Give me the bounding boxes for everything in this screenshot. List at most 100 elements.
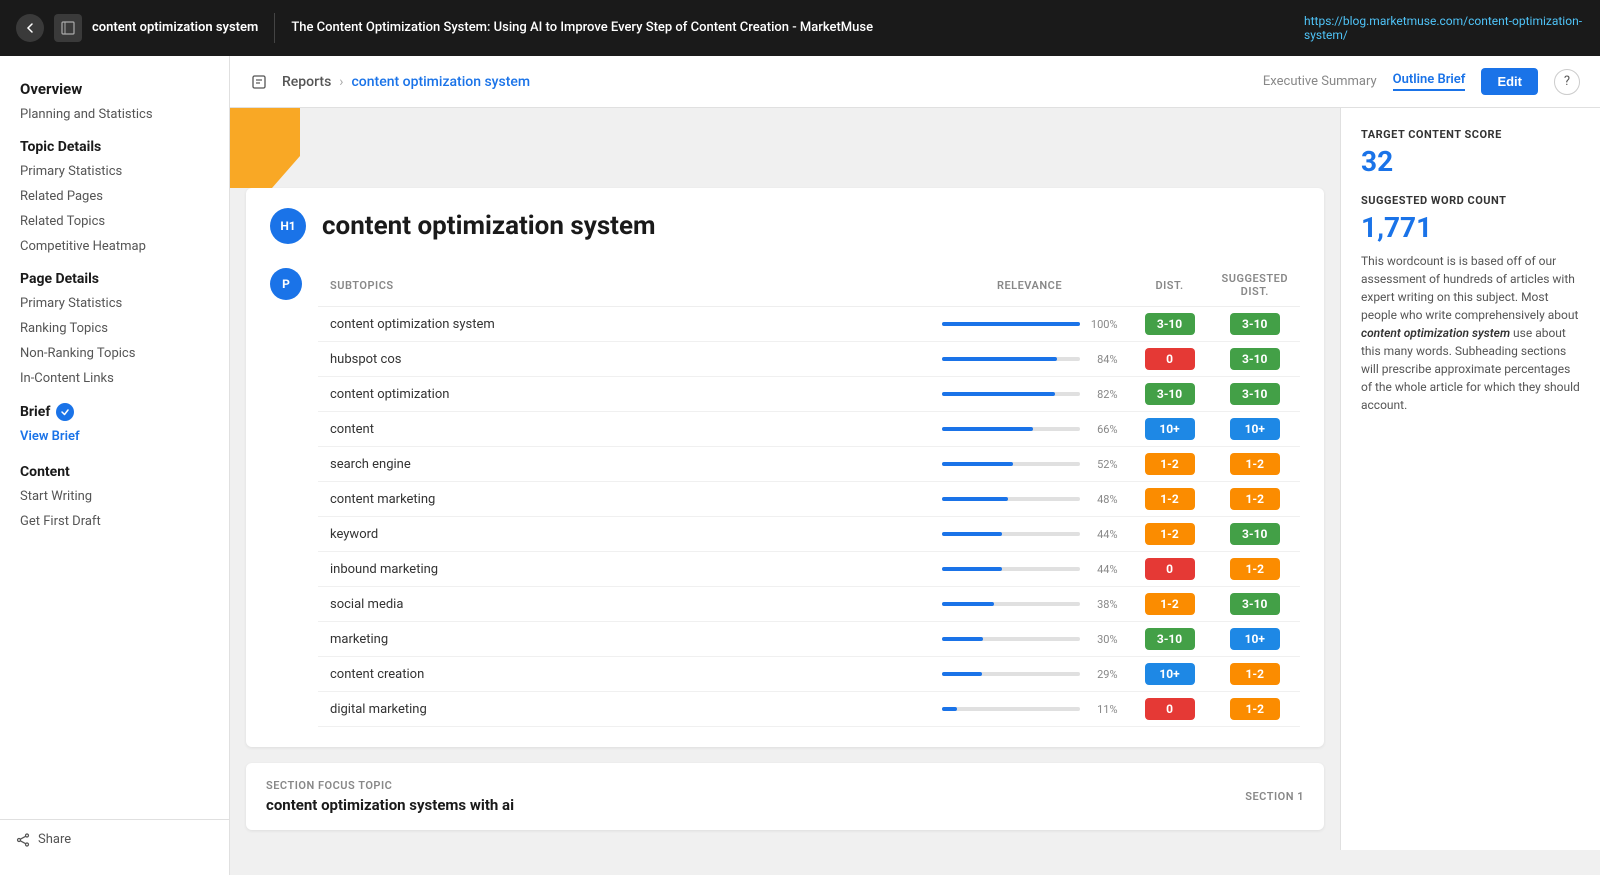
edit-button[interactable]: Edit	[1481, 68, 1538, 95]
subtopics-header-row: SUBTOPICS RELEVANCE DIST. SUGGESTED DIST…	[318, 264, 1300, 307]
topic-name: content creation	[318, 657, 930, 692]
table-row: content creation 29% 10+ 1-2	[318, 657, 1300, 692]
sidebar-view-brief-link[interactable]: View Brief	[0, 425, 229, 452]
suggested-dist-cell: 1-2	[1210, 657, 1300, 692]
sidebar-item-related-pages[interactable]: Related Pages	[0, 184, 229, 209]
sidebar-content-header: Content	[0, 452, 229, 484]
word-count-label: SUGGESTED WORD COUNT	[1361, 194, 1580, 207]
share-button[interactable]: Share	[16, 832, 213, 847]
sidebar-overview-header: Overview	[0, 72, 229, 102]
header-actions: Executive Summary Outline Brief Edit ?	[1263, 68, 1580, 95]
sidebar-item-ranking-topics[interactable]: Ranking Topics	[0, 316, 229, 341]
relevance-cell: 66%	[930, 412, 1130, 447]
relevance-cell: 29%	[930, 657, 1130, 692]
help-button[interactable]: ?	[1554, 69, 1580, 95]
suggested-dist-cell: 3-10	[1210, 587, 1300, 622]
doc-title: The Content Optimization System: Using A…	[291, 19, 1304, 37]
suggested-dist-cell: 3-10	[1210, 342, 1300, 377]
app-icon	[54, 14, 82, 42]
suggested-dist-cell: 1-2	[1210, 447, 1300, 482]
brief-label: Brief	[20, 404, 50, 420]
relevance-cell: 38%	[930, 587, 1130, 622]
dist-cell: 0	[1130, 692, 1210, 727]
sidebar-item-get-first-draft[interactable]: Get First Draft	[0, 509, 229, 534]
exec-summary-link[interactable]: Executive Summary	[1263, 74, 1377, 89]
relevance-cell: 84%	[930, 342, 1130, 377]
suggested-dist-cell: 1-2	[1210, 692, 1300, 727]
suggested-dist-cell: 3-10	[1210, 377, 1300, 412]
back-button[interactable]	[16, 14, 44, 42]
dist-cell: 0	[1130, 552, 1210, 587]
suggested-dist-cell: 10+	[1210, 412, 1300, 447]
sidebar: Overview Planning and Statistics Topic D…	[0, 56, 230, 875]
dist-cell: 0	[1130, 342, 1210, 377]
breadcrumb: Reports › content optimization system	[250, 73, 530, 91]
table-row: keyword 44% 1-2 3-10	[318, 517, 1300, 552]
right-panel: TARGET CONTENT SCORE 32 SUGGESTED WORD C…	[1340, 108, 1600, 850]
topic-name: social media	[318, 587, 930, 622]
sidebar-page-details-header: Page Details	[0, 259, 229, 291]
relevance-cell: 44%	[930, 517, 1130, 552]
page-url[interactable]: https://blog.marketmuse.com/content-opti…	[1304, 14, 1584, 42]
sidebar-item-primary-stats-2[interactable]: Primary Statistics	[0, 291, 229, 316]
topic-name: keyword	[318, 517, 930, 552]
topbar: content optimization system The Content …	[0, 0, 1600, 56]
suggested-dist-cell: 1-2	[1210, 482, 1300, 517]
section-focus-label: SECTION FOCUS TOPIC	[266, 779, 514, 792]
brief-check-icon	[56, 403, 74, 421]
table-row: digital marketing 11% 0 1-2	[318, 692, 1300, 727]
breadcrumb-reports[interactable]: Reports	[282, 74, 331, 90]
yellow-accent-bar	[230, 108, 300, 188]
dist-cell: 1-2	[1130, 447, 1210, 482]
topic-name: content optimization	[318, 377, 930, 412]
topic-name: hubspot cos	[318, 342, 930, 377]
relevance-cell: 11%	[930, 692, 1130, 727]
section-number: SECTION 1	[1245, 790, 1304, 803]
dist-cell: 3-10	[1130, 622, 1210, 657]
article-title: content optimization system	[322, 211, 656, 241]
share-label: Share	[38, 832, 71, 847]
suggested-dist-col-header: SUGGESTED DIST.	[1210, 264, 1300, 307]
app-title: content optimization system	[92, 20, 258, 37]
sidebar-brief-header: Brief	[0, 391, 229, 425]
table-row: inbound marketing 44% 0 1-2	[318, 552, 1300, 587]
table-row: search engine 52% 1-2 1-2	[318, 447, 1300, 482]
sidebar-item-competitive-heatmap[interactable]: Competitive Heatmap	[0, 234, 229, 259]
content-wrapper: H1 content optimization system P SUBTOPI…	[230, 108, 1600, 850]
article-card: H1 content optimization system P SUBTOPI…	[246, 188, 1324, 747]
sidebar-item-related-topics[interactable]: Related Topics	[0, 209, 229, 234]
dist-cell: 1-2	[1130, 517, 1210, 552]
sidebar-item-primary-stats-1[interactable]: Primary Statistics	[0, 159, 229, 184]
topic-name: marketing	[318, 622, 930, 657]
sidebar-item-start-writing[interactable]: Start Writing	[0, 484, 229, 509]
suggested-dist-cell: 10+	[1210, 622, 1300, 657]
breadcrumb-current: content optimization system	[352, 74, 531, 90]
dist-cell: 3-10	[1130, 307, 1210, 342]
subtopics-col-header: SUBTOPICS	[318, 264, 930, 307]
table-row: content optimization 82% 3-10 3-10	[318, 377, 1300, 412]
dist-col-header: DIST.	[1130, 264, 1210, 307]
main-layout: Overview Planning and Statistics Topic D…	[0, 56, 1600, 875]
article-title-row: H1 content optimization system	[270, 208, 1300, 244]
sidebar-item-planning[interactable]: Planning and Statistics	[0, 102, 229, 127]
dist-cell: 10+	[1130, 657, 1210, 692]
outline-brief-link[interactable]: Outline Brief	[1393, 72, 1466, 91]
article-area: H1 content optimization system P SUBTOPI…	[230, 108, 1340, 850]
table-row: social media 38% 1-2 3-10	[318, 587, 1300, 622]
relevance-cell: 48%	[930, 482, 1130, 517]
suggested-dist-cell: 3-10	[1210, 307, 1300, 342]
dist-cell: 1-2	[1130, 482, 1210, 517]
sidebar-item-in-content-links[interactable]: In-Content Links	[0, 366, 229, 391]
relevance-cell: 100%	[930, 307, 1130, 342]
suggested-dist-cell: 3-10	[1210, 517, 1300, 552]
h1-badge: H1	[270, 208, 306, 244]
panel-description: This wordcount is is based off of our as…	[1361, 252, 1580, 414]
sidebar-footer: Share	[0, 819, 229, 859]
topic-name: content	[318, 412, 930, 447]
topic-name: inbound marketing	[318, 552, 930, 587]
sidebar-item-non-ranking-topics[interactable]: Non-Ranking Topics	[0, 341, 229, 366]
subtopics-section: P SUBTOPICS RELEVANCE DIST. SUGGESTED DI…	[270, 264, 1300, 727]
table-row: content 66% 10+ 10+	[318, 412, 1300, 447]
topbar-separator	[274, 13, 275, 43]
relevance-col-header: RELEVANCE	[930, 264, 1130, 307]
